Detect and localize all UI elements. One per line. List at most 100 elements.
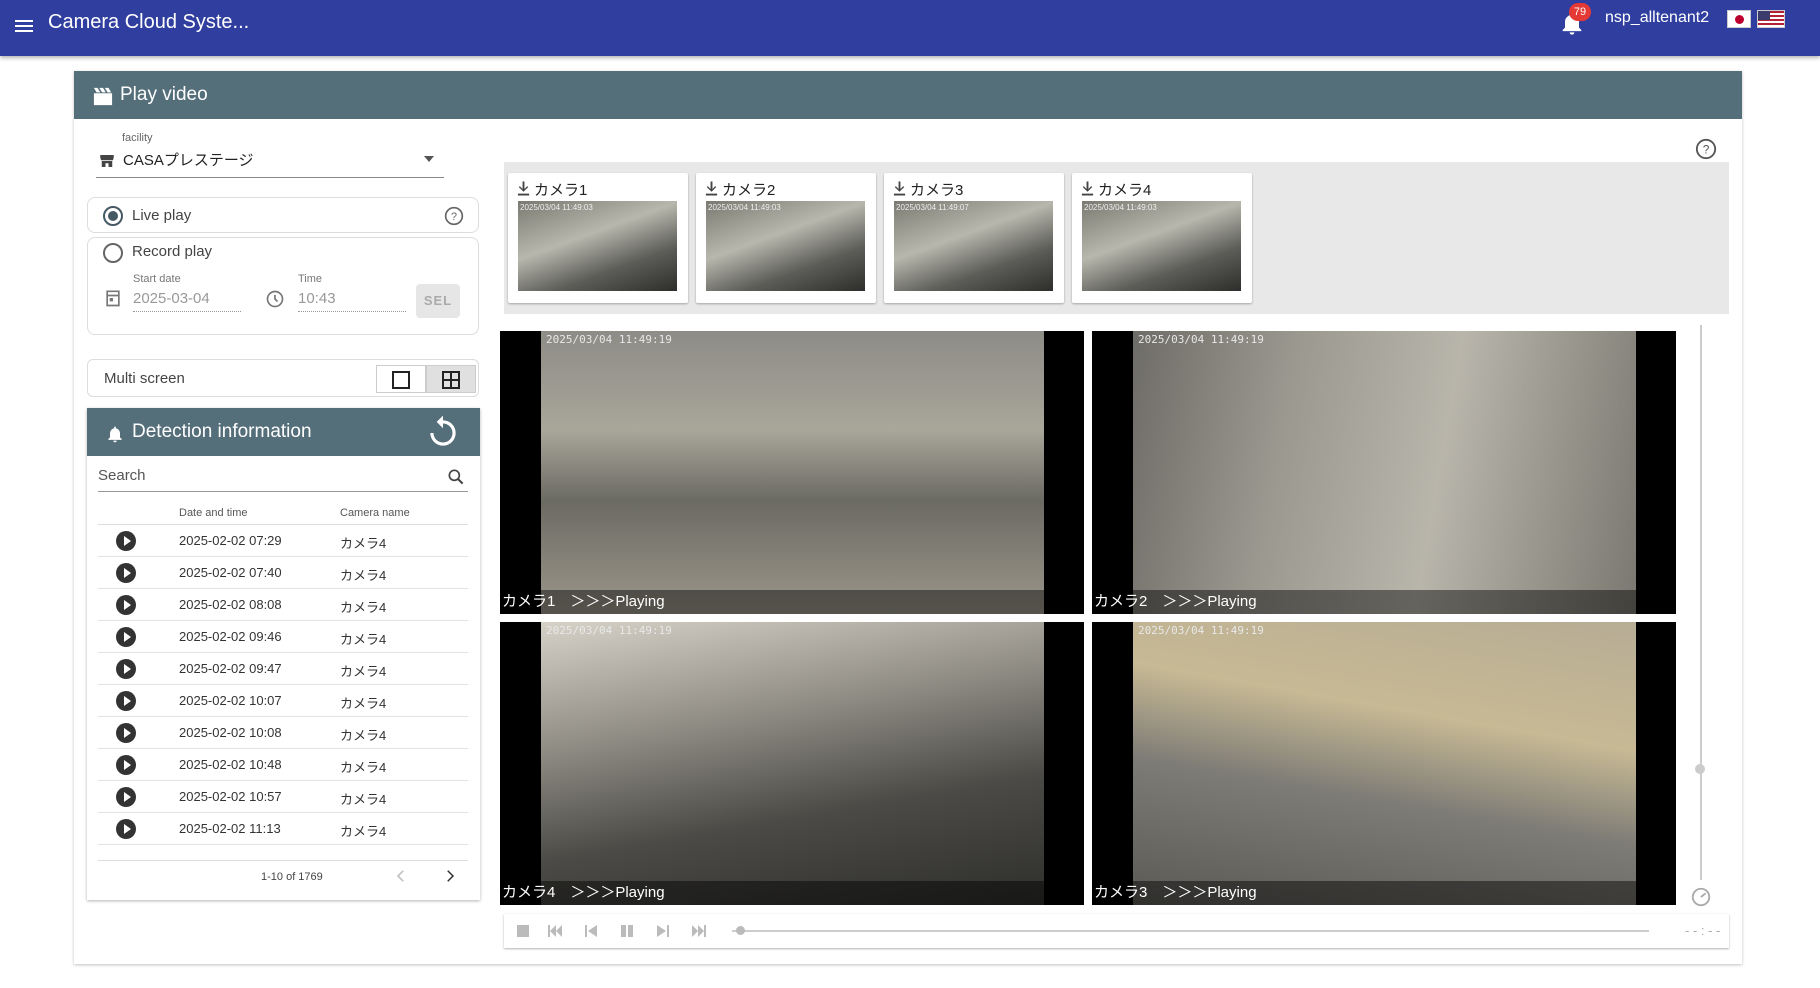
camera-thumbnail[interactable]: カメラ2 2025/03/04 11:49:03 xyxy=(696,173,876,303)
download-icon[interactable] xyxy=(704,180,719,196)
detection-title: Detection information xyxy=(132,421,312,442)
play-circle-icon[interactable] xyxy=(116,595,136,615)
pagination-text: 1-10 of 1769 xyxy=(261,871,323,883)
us-flag-icon[interactable] xyxy=(1757,10,1785,28)
multi-screen-control: Multi screen xyxy=(87,359,479,397)
table-row[interactable]: 2025-02-02 11:13 カメラ4 xyxy=(98,813,468,845)
row-datetime: 2025-02-02 10:07 xyxy=(179,693,282,708)
thumbnail-label: カメラ3 xyxy=(910,182,964,199)
thumbnail-image[interactable] xyxy=(894,201,1053,291)
skip-first-icon[interactable] xyxy=(546,922,564,940)
play-mode-panel: Live play ? Record play Start date 2025-… xyxy=(87,197,479,335)
japanese-flag-icon[interactable] xyxy=(1727,10,1751,28)
row-datetime: 2025-02-02 09:46 xyxy=(179,629,282,644)
table-row[interactable]: 2025-02-02 07:29 カメラ4 xyxy=(98,525,468,557)
grid-screen-icon xyxy=(442,371,460,389)
video-frame xyxy=(541,331,1044,614)
download-icon[interactable] xyxy=(516,180,531,196)
multi-screen-label: Multi screen xyxy=(104,370,185,387)
menu-icon[interactable] xyxy=(12,14,36,38)
play-circle-icon[interactable] xyxy=(116,531,136,551)
grid-screen-button[interactable] xyxy=(426,365,476,393)
thumbnail-image[interactable] xyxy=(706,201,865,291)
video-frame xyxy=(1133,331,1636,614)
help-icon[interactable]: ? xyxy=(1695,138,1717,160)
clapperboard-icon xyxy=(93,87,113,106)
skip-prev-icon[interactable] xyxy=(582,922,600,940)
download-icon[interactable] xyxy=(892,180,907,196)
thumbnail-timestamp: 2025/03/04 11:49:03 xyxy=(708,203,781,212)
play-circle-icon[interactable] xyxy=(116,563,136,583)
download-icon[interactable] xyxy=(1080,180,1095,196)
speed-icon[interactable] xyxy=(1690,886,1712,908)
table-row[interactable]: 2025-02-02 09:47 カメラ4 xyxy=(98,653,468,685)
camera-thumbnail[interactable]: カメラ3 2025/03/04 11:49:07 xyxy=(884,173,1064,303)
time-input[interactable]: 10:43 xyxy=(298,290,406,312)
thumbnail-image[interactable] xyxy=(518,201,677,291)
chevron-left-icon[interactable] xyxy=(392,867,410,885)
progress-handle[interactable] xyxy=(736,926,745,935)
record-play-radio[interactable] xyxy=(103,243,123,263)
vertical-slider-track[interactable] xyxy=(1700,325,1702,880)
play-circle-icon[interactable] xyxy=(116,691,136,711)
video-tile[interactable]: 2025/03/04 11:49:19 カメラ1 ＞＞＞Playing xyxy=(500,331,1084,614)
live-play-option[interactable]: Live play ? xyxy=(87,197,479,233)
vertical-slider-handle[interactable] xyxy=(1695,764,1705,774)
app-title: Camera Cloud Syste... xyxy=(48,11,250,33)
username[interactable]: nsp_alltenant2 xyxy=(1605,9,1709,27)
skip-last-icon[interactable] xyxy=(690,922,708,940)
row-datetime: 2025-02-02 07:29 xyxy=(179,533,282,548)
play-circle-icon[interactable] xyxy=(116,659,136,679)
row-datetime: 2025-02-02 10:57 xyxy=(179,789,282,804)
start-date-input[interactable]: 2025-03-04 xyxy=(133,290,241,312)
row-camera: カメラ4 xyxy=(340,536,387,551)
detection-panel: Detection information Search Date and ti… xyxy=(87,408,480,900)
video-caption: カメラ4 ＞＞＞Playing xyxy=(500,881,1084,905)
pause-icon[interactable] xyxy=(618,922,636,940)
store-icon xyxy=(100,155,114,167)
single-screen-button[interactable] xyxy=(376,365,426,393)
table-row[interactable]: 2025-02-02 07:40 カメラ4 xyxy=(98,557,468,589)
table-row[interactable]: 2025-02-02 09:46 カメラ4 xyxy=(98,621,468,653)
table-row[interactable]: 2025-02-02 10:07 カメラ4 xyxy=(98,685,468,717)
row-camera: カメラ4 xyxy=(340,568,387,583)
sel-button[interactable]: SEL xyxy=(416,284,460,318)
chevron-right-icon[interactable] xyxy=(441,867,459,885)
thumbnail-image[interactable] xyxy=(1082,201,1241,291)
play-circle-icon[interactable] xyxy=(116,787,136,807)
video-caption: カメラ2 ＞＞＞Playing xyxy=(1092,590,1676,614)
video-frame xyxy=(1133,622,1636,905)
play-circle-icon[interactable] xyxy=(116,755,136,775)
thumbnail-label: カメラ4 xyxy=(1098,182,1152,199)
table-row[interactable]: 2025-02-02 08:08 カメラ4 xyxy=(98,589,468,621)
stop-icon[interactable] xyxy=(514,922,532,940)
row-datetime: 2025-02-02 10:48 xyxy=(179,757,282,772)
skip-next-icon[interactable] xyxy=(654,922,672,940)
video-timestamp: 2025/03/04 11:49:19 xyxy=(546,624,672,637)
camera-thumbnail[interactable]: カメラ4 2025/03/04 11:49:03 xyxy=(1072,173,1252,303)
row-camera: カメラ4 xyxy=(340,664,387,679)
video-tile[interactable]: 2025/03/04 11:49:19 カメラ4 ＞＞＞Playing xyxy=(500,622,1084,905)
video-tile[interactable]: 2025/03/04 11:49:19 カメラ3 ＞＞＞Playing xyxy=(1092,622,1676,905)
search-icon[interactable] xyxy=(446,467,466,487)
table-row[interactable]: 2025-02-02 10:48 カメラ4 xyxy=(98,749,468,781)
card-title: Play video xyxy=(120,84,208,105)
play-circle-icon[interactable] xyxy=(116,819,136,839)
progress-track[interactable] xyxy=(732,930,1649,932)
playback-time: - - : - - xyxy=(1685,923,1721,938)
camera-thumbnail[interactable]: カメラ1 2025/03/04 11:49:03 xyxy=(508,173,688,303)
facility-select[interactable]: facility CASAプレステージ xyxy=(96,132,444,178)
playback-bar: - - : - - xyxy=(504,914,1729,948)
search-field[interactable]: Search xyxy=(98,461,468,492)
live-play-radio[interactable] xyxy=(103,206,123,226)
play-circle-icon[interactable] xyxy=(116,723,136,743)
app-bar: Camera Cloud Syste... 79 nsp_alltenant2 xyxy=(0,0,1820,56)
play-circle-icon[interactable] xyxy=(116,627,136,647)
search-input[interactable]: Search xyxy=(98,467,146,484)
table-row[interactable]: 2025-02-02 10:57 カメラ4 xyxy=(98,781,468,813)
video-tile[interactable]: 2025/03/04 11:49:19 カメラ2 ＞＞＞Playing xyxy=(1092,331,1676,614)
table-row[interactable]: 2025-02-02 10:08 カメラ4 xyxy=(98,717,468,749)
help-icon[interactable]: ? xyxy=(444,206,464,226)
refresh-icon[interactable] xyxy=(424,414,462,452)
live-play-label: Live play xyxy=(132,207,192,224)
